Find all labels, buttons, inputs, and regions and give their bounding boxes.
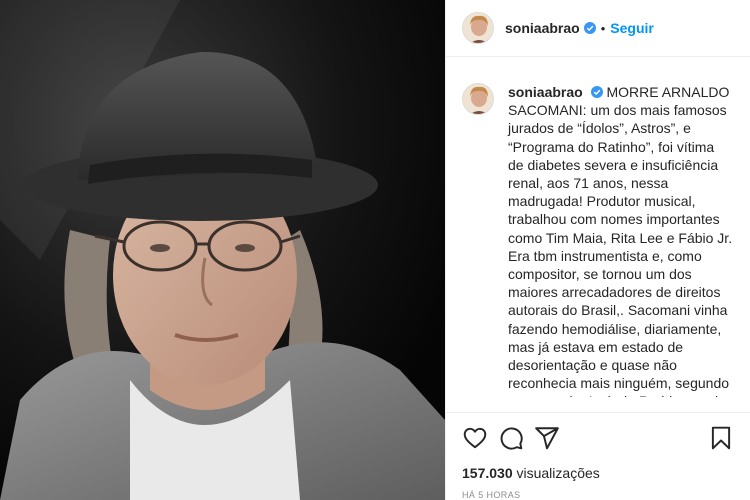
instagram-post: soniaabrao • Seguir soniaabrao MORRE ARN…: [0, 0, 750, 500]
portrait-illustration: [0, 0, 445, 500]
post-photo[interactable]: [0, 0, 445, 500]
heart-icon[interactable]: [462, 425, 488, 451]
views-count[interactable]: 157.030 visualizações: [462, 465, 734, 481]
avatar[interactable]: [462, 12, 494, 44]
caption-text: MORRE ARNALDO SACOMANI: um dos mais famo…: [508, 84, 733, 397]
share-icon[interactable]: [534, 425, 560, 451]
post-timestamp[interactable]: HÁ 5 HORAS: [462, 490, 734, 500]
caption-area: soniaabrao MORRE ARNALDO SACOMANI: um do…: [446, 57, 750, 397]
action-icons: [462, 425, 734, 451]
verified-badge-icon: [583, 22, 596, 34]
caption-username[interactable]: soniaabrao: [508, 84, 583, 100]
header-username[interactable]: soniaabrao: [505, 20, 580, 36]
follow-button[interactable]: Seguir: [610, 20, 654, 36]
action-bar: 157.030 visualizações HÁ 5 HORAS: [446, 412, 750, 500]
views-number: 157.030: [462, 465, 513, 481]
views-label: visualizações: [516, 465, 600, 481]
comment-icon[interactable]: [498, 425, 524, 451]
caption: soniaabrao MORRE ARNALDO SACOMANI: um do…: [508, 83, 733, 397]
header-separator: •: [600, 20, 606, 36]
bookmark-icon[interactable]: [708, 425, 734, 451]
post-sidebar: soniaabrao • Seguir soniaabrao MORRE ARN…: [445, 0, 750, 500]
caption-avatar[interactable]: [462, 83, 494, 115]
avatar-image: [463, 84, 493, 114]
verified-badge-icon: [590, 86, 603, 98]
post-header: soniaabrao • Seguir: [446, 0, 750, 57]
avatar-image: [463, 13, 493, 43]
